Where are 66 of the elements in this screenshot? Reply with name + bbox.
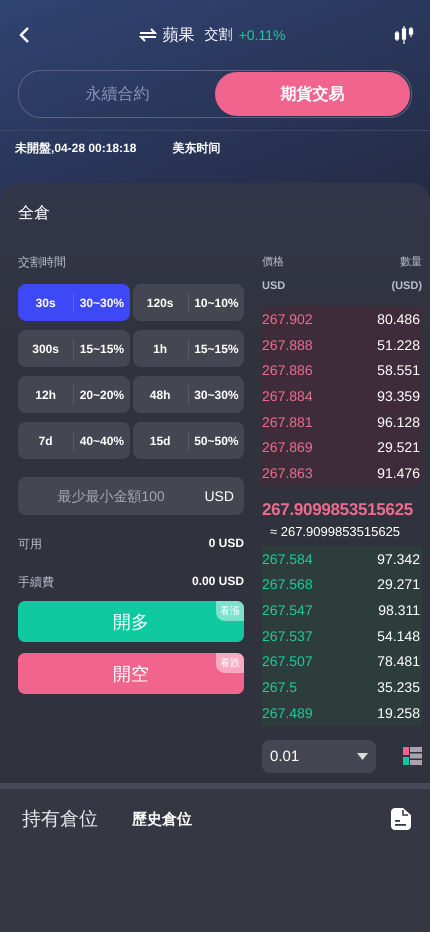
order-amount: 78.481 — [377, 653, 420, 670]
book-layout-icon[interactable] — [403, 747, 422, 766]
order-price: 267.881 — [262, 414, 313, 430]
order-price: 267.886 — [262, 362, 313, 378]
order-price: 267.888 — [262, 336, 313, 353]
period-option[interactable]: 300s 15~15% — [18, 330, 130, 367]
last-price: 267.9099853515625 — [262, 500, 414, 520]
currency-unit: USD — [204, 488, 234, 504]
order-price: 267.902 — [262, 310, 313, 327]
order-amount: 19.258 — [377, 704, 420, 721]
period-option[interactable]: 48h 30~30% — [132, 376, 244, 413]
section-label: 交割時間 — [18, 254, 67, 268]
margin-mode-title: 全倉 — [18, 204, 51, 221]
precision-dropdown[interactable]: 0.01 — [262, 740, 376, 773]
order-price: 267.547 — [262, 602, 313, 618]
order-amount: 97.342 — [377, 550, 420, 567]
order-price: 267.568 — [262, 576, 313, 592]
positions-tab[interactable]: 歷史倉位 — [132, 810, 192, 828]
order-price: 267.507 — [262, 653, 313, 670]
symbol-title: 蘋果 — [162, 26, 195, 46]
order-amount: 58.551 — [377, 362, 420, 378]
back-icon[interactable] — [18, 26, 30, 44]
info-label: 手續費 — [18, 574, 54, 591]
mode-tab[interactable]: 永續合約 — [20, 72, 215, 116]
order-amount: 29.521 — [377, 439, 420, 456]
price-change: +0.11% — [238, 27, 286, 43]
candlestick-icon[interactable] — [394, 25, 414, 45]
period-option[interactable]: 120s 10~10% — [132, 284, 244, 321]
order-price: 267.869 — [262, 439, 313, 456]
swap-icon[interactable] — [138, 28, 157, 42]
order-amount: 80.486 — [377, 310, 420, 327]
period-option[interactable]: 7d 40~40% — [18, 422, 130, 459]
order-amount: 54.148 — [377, 628, 420, 644]
order-price: 267.537 — [262, 628, 313, 644]
order-amount: 35.235 — [377, 679, 420, 696]
order-amount: 51.228 — [377, 336, 420, 353]
period-option[interactable]: 1h 15~15% — [132, 330, 244, 367]
trend-badge: 看跌 — [216, 653, 244, 673]
order-amount: 96.128 — [377, 414, 420, 430]
order-amount: 29.271 — [377, 576, 420, 592]
period-option[interactable]: 30s 30~30% — [18, 284, 130, 321]
order-amount: 98.311 — [378, 602, 420, 618]
column-unit: USD — [262, 280, 286, 294]
timezone-label: 美东时间 — [172, 140, 220, 156]
order-amount: 91.476 — [377, 464, 420, 481]
period-option[interactable]: 12h 20~20% — [18, 376, 130, 413]
order-price: 267.489 — [262, 704, 313, 721]
column-unit: (USD) — [391, 280, 422, 294]
order-price: 267.5 — [262, 679, 298, 696]
order-amount: 93.359 — [377, 388, 420, 404]
approx-price: ≈ 267.9099853515625 — [270, 524, 402, 539]
positions-tab[interactable]: 持有倉位 — [22, 806, 98, 832]
caret-icon — [357, 752, 368, 760]
document-icon[interactable] — [391, 808, 411, 830]
period-option[interactable]: 15d 50~50% — [132, 422, 244, 459]
delivery-label: 交割 — [204, 26, 233, 44]
order-price: 267.584 — [262, 550, 313, 567]
info-label: 可用 — [18, 536, 42, 553]
column-header: 數量 — [400, 255, 422, 268]
info-value: 0 USD — [208, 536, 244, 552]
market-status: 未開盤,04-28 00:18:18 — [15, 140, 136, 156]
info-value: 0.00 USD — [192, 574, 244, 590]
trend-badge: 看漲 — [216, 601, 244, 621]
order-price: 267.884 — [262, 388, 313, 404]
column-header: 價格 — [262, 255, 284, 268]
order-price: 267.863 — [262, 464, 313, 481]
